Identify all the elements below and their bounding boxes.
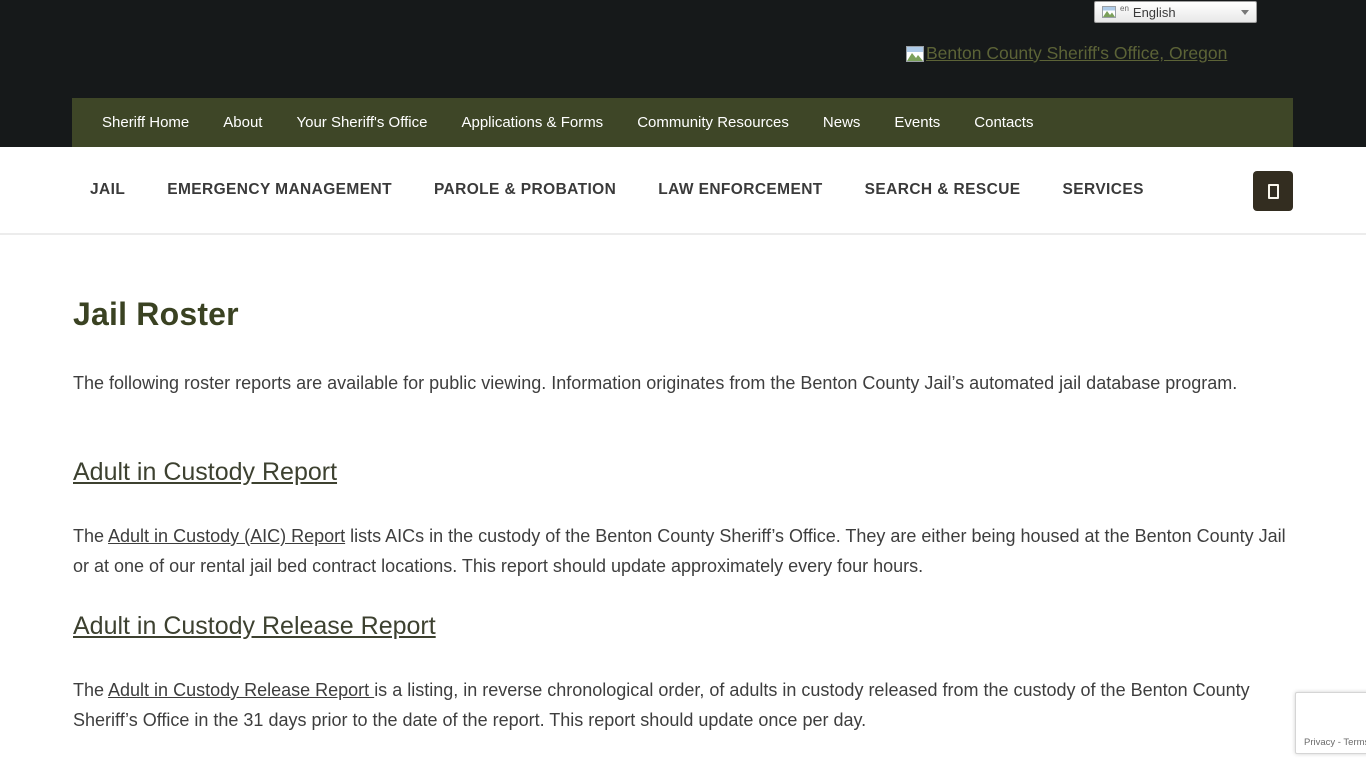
site-header: en English Benton County Sheriff's Offic…	[0, 0, 1366, 147]
chevron-down-icon	[1241, 10, 1249, 15]
dept-nav-jail[interactable]: JAIL	[90, 181, 125, 199]
recaptcha-privacy-terms[interactable]: Privacy - Terms	[1304, 737, 1366, 748]
site-logo-link[interactable]: Benton County Sheriff's Office, Oregon	[906, 43, 1227, 64]
search-icon	[1268, 184, 1279, 199]
site-logo-text: Benton County Sheriff's Office, Oregon	[926, 43, 1227, 64]
dept-nav-services[interactable]: SERVICES	[1063, 181, 1144, 199]
section-heading-aic-report: Adult in Custody Report	[73, 458, 337, 487]
intro-paragraph: The following roster reports are availab…	[73, 368, 1289, 398]
nav-item-your-sheriffs-office[interactable]: Your Sheriff's Office	[279, 98, 444, 147]
release-report-paragraph: The Adult in Custody Release Report is a…	[73, 675, 1289, 735]
aic-report-link[interactable]: Adult in Custody (AIC) Report	[108, 526, 345, 546]
page-title: Jail Roster	[73, 296, 239, 333]
flag-alt-text: en	[1120, 4, 1129, 13]
dept-nav-parole-probation[interactable]: PAROLE & PROBATION	[434, 181, 616, 199]
broken-image-icon	[906, 46, 924, 62]
nav-item-contacts[interactable]: Contacts	[957, 98, 1050, 147]
aic-report-paragraph: The Adult in Custody (AIC) Report lists …	[73, 521, 1289, 581]
paragraph-text: The	[73, 526, 108, 546]
recaptcha-badge[interactable]: Privacy - Terms	[1295, 692, 1366, 754]
section-heading-release-report: Adult in Custody Release Report	[73, 612, 436, 641]
dept-nav-search-rescue[interactable]: SEARCH & RESCUE	[865, 181, 1021, 199]
dept-nav-law-enforcement[interactable]: LAW ENFORCEMENT	[658, 181, 822, 199]
aic-report-heading-link[interactable]: Adult in Custody Report	[73, 458, 337, 486]
main-navigation: Sheriff Home About Your Sheriff's Office…	[72, 98, 1293, 147]
paragraph-text: The	[73, 680, 108, 700]
nav-item-events[interactable]: Events	[877, 98, 957, 147]
broken-image-icon	[1102, 6, 1116, 18]
release-report-link[interactable]: Adult in Custody Release Report	[108, 680, 374, 700]
nav-item-news[interactable]: News	[806, 98, 878, 147]
nav-item-applications-forms[interactable]: Applications & Forms	[444, 98, 620, 147]
nav-item-community-resources[interactable]: Community Resources	[620, 98, 806, 147]
release-report-heading-link[interactable]: Adult in Custody Release Report	[73, 612, 436, 640]
selected-language: English	[1133, 5, 1176, 20]
nav-item-about[interactable]: About	[206, 98, 279, 147]
language-selector[interactable]: en English	[1094, 1, 1257, 23]
department-nav-items: JAIL EMERGENCY MANAGEMENT PAROLE & PROBA…	[90, 147, 1144, 233]
search-button[interactable]	[1253, 171, 1293, 211]
nav-item-sheriff-home[interactable]: Sheriff Home	[85, 98, 206, 147]
dept-nav-emergency-management[interactable]: EMERGENCY MANAGEMENT	[167, 181, 392, 199]
department-navigation: JAIL EMERGENCY MANAGEMENT PAROLE & PROBA…	[0, 147, 1366, 235]
